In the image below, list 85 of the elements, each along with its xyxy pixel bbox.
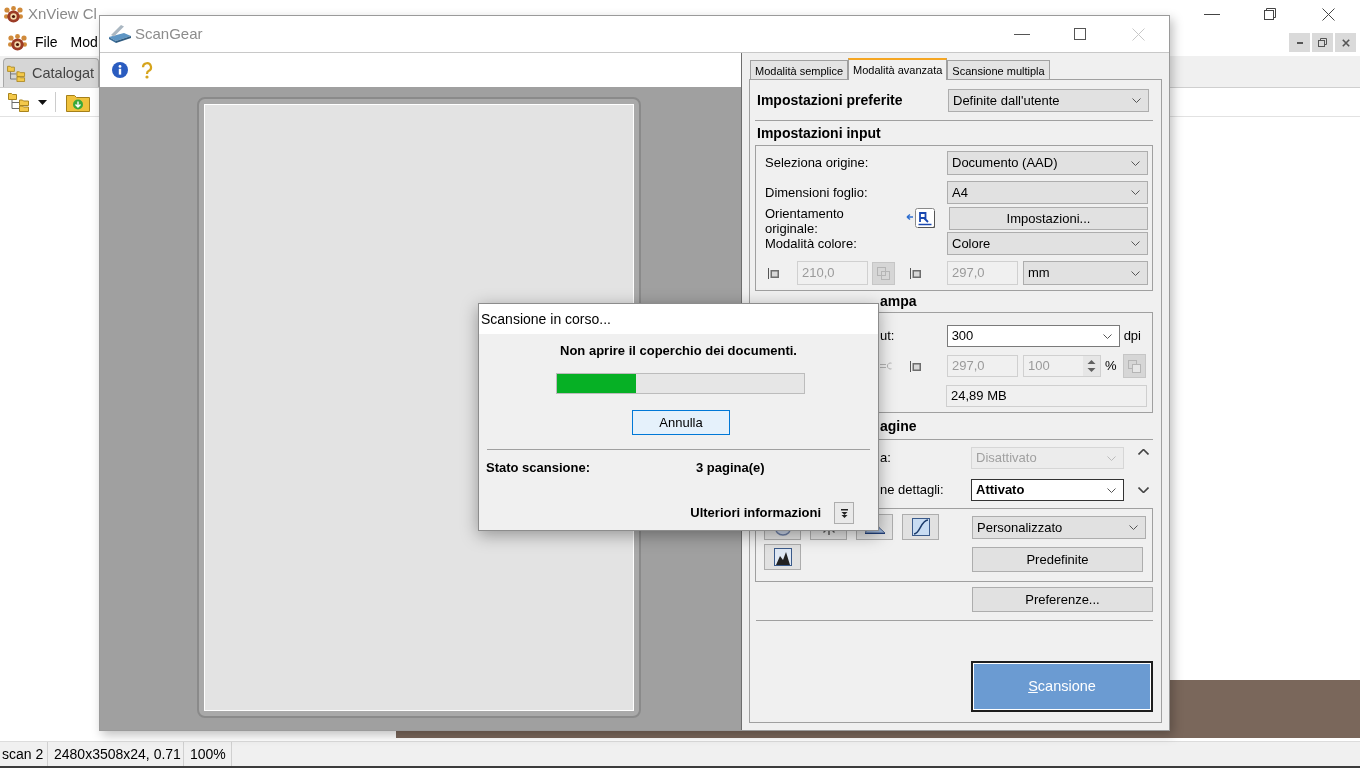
browser-tab[interactable]: Catalogat: [3, 58, 99, 87]
orientation-settings-button[interactable]: Impostazioni...: [949, 207, 1148, 230]
arrow-card-icon[interactable]: [906, 207, 936, 229]
tone-preset-dropdown[interactable]: Personalizzato: [972, 516, 1146, 539]
chevron-down-icon: [1107, 455, 1116, 461]
unit-label: dpi: [1123, 328, 1141, 344]
status-bar-field: 2480x3508x24, 0.71: [48, 742, 184, 766]
field-label: Seleziona origine:: [765, 155, 869, 171]
app-logo-icon[interactable]: [4, 5, 23, 23]
chevron-down-icon: [1132, 98, 1141, 103]
restore-icon: [1318, 38, 1327, 47]
frame-swap-icon: [1127, 359, 1141, 373]
info-icon[interactable]: [112, 62, 128, 78]
color-mode-dropdown[interactable]: Colore: [947, 232, 1148, 255]
chevron-down-icon[interactable]: [1137, 487, 1149, 493]
field-label: ut:: [880, 328, 895, 344]
mode-tab[interactable]: Scansione multipla: [947, 60, 1050, 80]
frame-size-icon: [768, 267, 779, 279]
chevron-down-icon: [1131, 160, 1140, 166]
maximize-icon[interactable]: [1074, 28, 1086, 40]
chevron-down-icon: [1107, 487, 1116, 493]
histogram-icon: [773, 548, 792, 566]
unit-label: %: [1105, 358, 1117, 374]
expand-down-icon: [840, 508, 848, 518]
folder-tree-icon: [7, 64, 26, 82]
link-icon: [880, 362, 892, 370]
status-label: Stato scansione:: [486, 460, 592, 476]
scanner-icon: [108, 24, 132, 44]
unit-dropdown[interactable]: mm: [1023, 261, 1148, 285]
chevron-down-icon: [1102, 333, 1112, 339]
section-heading: Impostazioni preferite: [757, 92, 903, 109]
source-dropdown[interactable]: Documento (AAD): [947, 151, 1148, 175]
caret-down-icon[interactable]: [38, 99, 47, 105]
dialog-title: Scansione in corso...: [481, 310, 611, 328]
mode-tab[interactable]: Modalità semplice: [750, 60, 849, 80]
field-label: Orientamento originale:: [765, 206, 844, 236]
field-label: a:: [880, 450, 891, 466]
minimize-icon[interactable]: [1014, 33, 1030, 35]
adjustment-button[interactable]: [764, 544, 801, 570]
dialog-message: Non aprire il coperchio dei documenti.: [560, 343, 797, 359]
frame-swap-icon: [877, 266, 890, 280]
preferences-button[interactable]: Preferenze...: [972, 587, 1153, 612]
restore-icon[interactable]: [1264, 8, 1276, 20]
section-heading: Impostazioni input: [757, 125, 881, 141]
field-label: Dimensioni foglio:: [765, 184, 868, 201]
resolution-dropdown[interactable]: 300: [946, 325, 1120, 347]
data-size-field[interactable]: 24,89 MB: [946, 385, 1147, 407]
field-label: ne dettagli:: [880, 482, 944, 498]
folder-arrow-icon[interactable]: [66, 92, 90, 112]
field-label: Modalità colore:: [765, 236, 857, 251]
menu-item[interactable]: Mod: [70, 33, 98, 51]
menu-item[interactable]: File: [35, 33, 58, 51]
mdi-close-button[interactable]: [1335, 33, 1356, 52]
mdi-minimize-button[interactable]: [1289, 33, 1310, 52]
chevron-down-icon: [1131, 241, 1140, 246]
chevron-down-icon: [1131, 190, 1140, 195]
status-bar-field: 100%: [184, 742, 232, 766]
status-bar-field: scan 2: [0, 742, 48, 766]
option-dropdown[interactable]: Attivato: [971, 479, 1124, 501]
adjustment-button[interactable]: [902, 514, 939, 540]
paper-size-dropdown[interactable]: A4: [947, 181, 1148, 204]
expand-button[interactable]: [834, 502, 854, 524]
minimize-icon[interactable]: [1204, 13, 1220, 15]
more-info-label: Ulteriori informazioni: [690, 505, 821, 521]
section-heading: agine: [880, 418, 917, 434]
frame-size-icon: [910, 360, 921, 372]
chevron-up-icon[interactable]: [1137, 449, 1149, 455]
defaults-button[interactable]: Predefinite: [972, 547, 1143, 572]
minimize-icon: [1296, 41, 1303, 44]
chevron-down-icon: [1129, 525, 1138, 530]
frame-size-icon: [910, 267, 921, 279]
curve-icon: [911, 518, 930, 536]
window-title: ScanGear: [135, 25, 203, 43]
close-icon: [1341, 38, 1350, 47]
close-icon[interactable]: [1321, 7, 1335, 21]
mdi-restore-button[interactable]: [1312, 33, 1333, 52]
preset-dropdown[interactable]: Definite dall'utente: [948, 89, 1149, 112]
app-logo-icon[interactable]: [8, 33, 27, 51]
cancel-button[interactable]: Annulla: [632, 410, 730, 435]
status-value: 3 pagina(e): [696, 460, 765, 476]
chevron-down-icon: [1131, 270, 1140, 276]
folder-tree-icon[interactable]: [8, 92, 30, 112]
mode-tab[interactable]: Modalità avanzata: [848, 58, 948, 80]
window-title: XnView Cl: [28, 5, 97, 23]
section-heading: ampa: [880, 293, 917, 309]
